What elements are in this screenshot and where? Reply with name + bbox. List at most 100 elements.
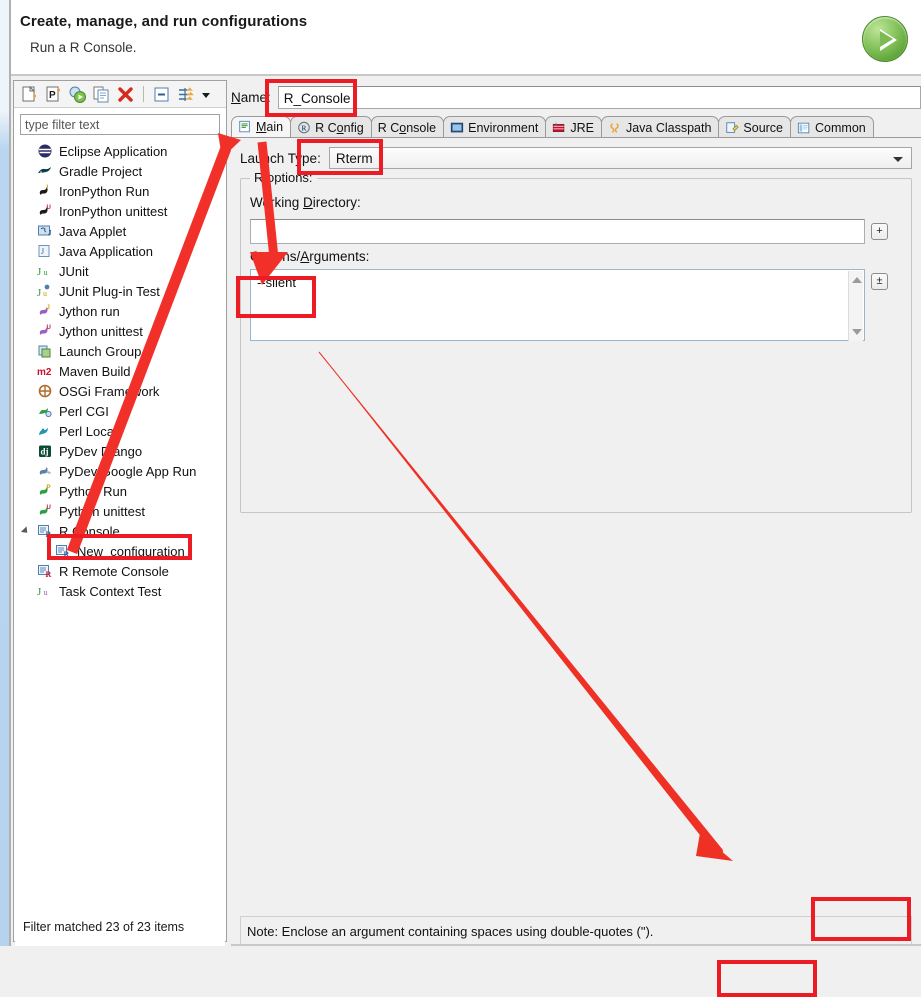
svg-text:U: U (47, 205, 51, 211)
view-menu-icon[interactable] (199, 84, 213, 105)
main-tab-panel: Launch Type: Rterm R options: Working Di… (231, 138, 921, 990)
tab-jre[interactable]: JRE (545, 116, 602, 138)
perl-cgi-icon (37, 403, 53, 419)
r-remote-console-icon: R (37, 563, 53, 579)
tree-item-pydev-django[interactable]: dj PyDev Django (15, 441, 225, 461)
junit-plugin-icon: Ju (37, 283, 53, 299)
chevron-down-icon (893, 157, 903, 162)
tree-item-label: Python Run (59, 483, 127, 499)
tree-item-jython-unittest[interactable]: U Jython unittest (15, 321, 225, 341)
launch-type-row: Launch Type: Rterm (240, 146, 912, 170)
options-scrollbar[interactable] (848, 271, 863, 341)
tree-item-junit[interactable]: Ju JUnit (15, 261, 225, 281)
configuration-name-input[interactable]: R_Console (277, 85, 921, 109)
working-directory-input[interactable] (250, 219, 865, 244)
tree-item-python-run[interactable]: P Python Run (15, 481, 225, 501)
tree-item-label: JUnit (59, 263, 89, 279)
tree-item-label: IronPython unittest (59, 203, 168, 219)
svg-text:J: J (41, 247, 44, 256)
new-prototype-icon[interactable]: P (43, 84, 64, 105)
tree-item-label: Perl CGI (59, 403, 109, 419)
tree-item-perl-cgi[interactable]: Perl CGI (15, 401, 225, 421)
tab-label: Main (256, 120, 284, 134)
options-variables-button[interactable]: ± (871, 273, 888, 290)
tree-item-task-context-test[interactable]: Ju Task Context Test (15, 581, 225, 601)
dialog-header: Create, manage, and run configurations R… (11, 0, 921, 74)
tab-environment[interactable]: Environment (443, 116, 547, 138)
header-divider (11, 74, 921, 76)
tab-r-config[interactable]: R R Config (290, 116, 372, 138)
tree-item-label: Launch Group (59, 343, 142, 359)
tree-item-label: OSGi Framework (59, 383, 160, 399)
window-left-edge (0, 0, 9, 997)
java-application-icon: J (37, 243, 53, 259)
options-arguments-textarea[interactable]: --slient (250, 269, 865, 341)
tree-item-ironpython-unittest[interactable]: U IronPython unittest (15, 201, 225, 221)
tab-main[interactable]: Main (231, 116, 292, 138)
tree-item-eclipse-application[interactable]: Eclipse Application (15, 141, 225, 161)
environment-icon (450, 121, 464, 135)
tab-label: JRE (570, 120, 594, 135)
tab-source[interactable]: Source (718, 116, 792, 138)
task-context-icon: Ju (37, 583, 53, 599)
launch-type-combo[interactable]: Rterm (328, 147, 912, 169)
pydev-gae-icon (37, 463, 53, 479)
jython-unittest-icon: U (37, 323, 53, 339)
working-directory-add-button[interactable]: + (871, 223, 888, 240)
tree-item-python-unittest[interactable]: U Python unittest (15, 501, 225, 521)
svg-text:J: J (47, 305, 50, 311)
python-unittest-icon: U (37, 503, 53, 519)
configuration-tabs: Main R R Config R Console Environment JRE Java… (231, 115, 921, 138)
tab-java-classpath[interactable]: Java Classpath (600, 116, 720, 138)
tree-item-jython-run[interactable]: J Jython run (15, 301, 225, 321)
page-subtitle: Run a R Console. (30, 40, 137, 55)
osgi-icon (37, 383, 53, 399)
filter-input[interactable]: type filter text (20, 114, 220, 135)
tree-item-pydev-google-app-run[interactable]: PyDev Google App Run (15, 461, 225, 481)
delete-icon[interactable] (115, 84, 136, 105)
jython-run-icon: J (37, 303, 53, 319)
tab-r-console[interactable]: R Console (370, 116, 445, 138)
r-options-group-title: R options: (250, 170, 317, 185)
tree-item-r-console[interactable]: R R Console (15, 521, 225, 541)
tree-item-perl-local[interactable]: Perl Local (15, 421, 225, 441)
common-icon (797, 121, 811, 135)
tree-item-r-remote-console[interactable]: R R Remote Console (15, 561, 225, 581)
tab-label: Source (743, 120, 784, 135)
svg-text:R: R (46, 570, 52, 579)
tree-item-launch-group[interactable]: Launch Group (15, 341, 225, 361)
launch-type-label: Launch Type: (240, 150, 321, 166)
expand-arrow-icon[interactable] (20, 526, 31, 536)
tree-item-osgi-framework[interactable]: OSGi Framework (15, 381, 225, 401)
tree-item-new-configuration[interactable]: R New_configuration (15, 541, 225, 561)
tree-item-label: Maven Build (59, 363, 131, 379)
tree-item-junit-plug-in-test[interactable]: Ju JUnit Plug-in Test (15, 281, 225, 301)
svg-text:R: R (64, 550, 70, 559)
svg-text:J: J (37, 266, 42, 278)
r-options-group: R options: Working Directory: + Options/… (240, 170, 912, 513)
export-launch-icon[interactable] (67, 84, 88, 105)
duplicate-icon[interactable] (91, 84, 112, 105)
tree-item-gradle-project[interactable]: Gradle Project (15, 161, 225, 181)
filter-icon[interactable] (175, 84, 196, 105)
run-configurations-dialog: Create, manage, and run configurations R… (0, 0, 921, 997)
tree-item-label: Jython run (59, 303, 120, 319)
source-icon (725, 121, 740, 135)
svg-text:U: U (47, 325, 51, 331)
pydev-django-icon: dj (37, 443, 53, 459)
new-configuration-icon[interactable] (19, 84, 40, 105)
svg-text:u: u (44, 588, 48, 597)
dialog-footer: ? Run Close (0, 946, 921, 997)
scroll-up-icon[interactable] (852, 277, 862, 283)
tree-item-maven-build[interactable]: m2 Maven Build (15, 361, 225, 381)
toolbar-separator (143, 86, 144, 102)
tab-common[interactable]: Common (790, 116, 874, 138)
tree-item-ironpython-run[interactable]: I IronPython Run (15, 181, 225, 201)
svg-text:m2: m2 (37, 367, 52, 378)
ironpython-unittest-icon: U (37, 203, 53, 219)
collapse-all-icon[interactable] (151, 84, 172, 105)
scroll-down-icon[interactable] (852, 329, 862, 335)
configurations-tree[interactable]: Eclipse Application Gradle Project I IronPy… (15, 141, 225, 981)
tree-item-java-applet[interactable]: J Java Applet (15, 221, 225, 241)
tree-item-java-application[interactable]: J Java Application (15, 241, 225, 261)
